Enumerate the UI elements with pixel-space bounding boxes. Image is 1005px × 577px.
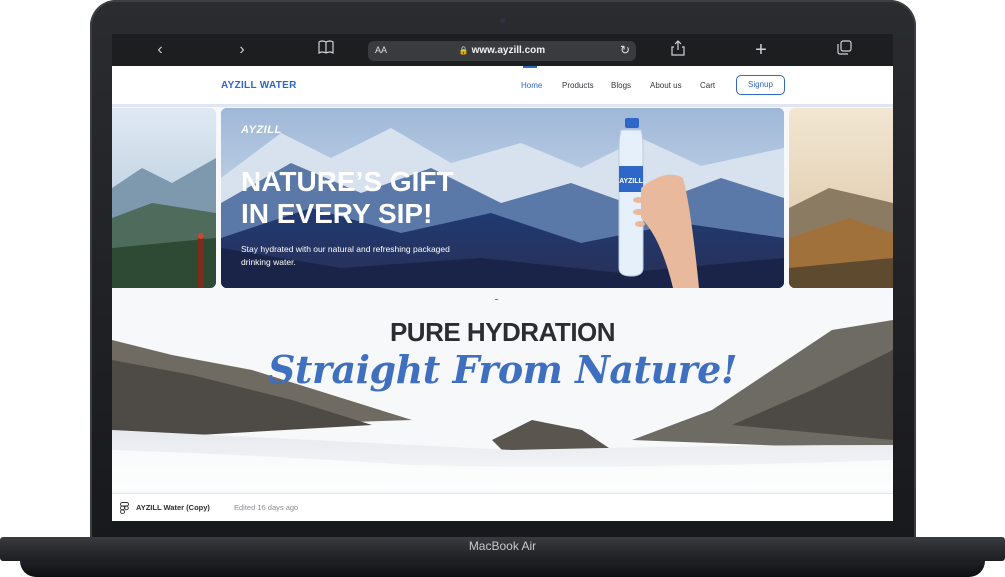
svg-text:AYZILL: AYZILL <box>619 178 644 185</box>
figma-prototype-bar: AYZILL Water (Copy) Edited 16 days ago <box>112 493 893 521</box>
figma-icon[interactable] <box>120 502 129 517</box>
nav-blogs[interactable]: Blogs <box>611 81 631 90</box>
site-navbar: AYZILL WATER Home Products Blogs About u… <box>112 66 893 107</box>
previous-slide[interactable] <box>112 108 216 288</box>
browser-toolbar: ‹ › AA 🔒 www.ayzill.com ↻ + <box>112 34 893 66</box>
hero-headline: NATURE’S GIFT IN EVERY SIP! <box>241 166 454 229</box>
carousel-dots <box>488 291 519 304</box>
nav-about-us[interactable]: About us <box>650 81 682 90</box>
url-text: 🔒 www.ayzill.com <box>368 45 636 56</box>
slide-logo: AYZILL <box>241 124 282 136</box>
laptop-base-bottom <box>20 561 985 577</box>
hero-slide[interactable]: AYZILL AYZILL NATURE’S GIFT IN EVERY SIP… <box>221 108 784 288</box>
nav-cart[interactable]: Cart <box>700 81 715 90</box>
share-icon[interactable] <box>668 40 688 60</box>
hero-carousel: AYZILL AYZILL NATURE’S GIFT IN EVERY SIP… <box>112 108 893 288</box>
hero-subtext: Stay hydrated with our natural and refre… <box>241 244 450 267</box>
url-value: www.ayzill.com <box>471 45 546 56</box>
next-slide[interactable] <box>789 108 893 288</box>
signup-button[interactable]: Signup <box>736 75 785 95</box>
figma-file-name[interactable]: AYZILL Water (Copy) <box>136 503 210 512</box>
section-title: PURE HYDRATION <box>389 317 616 347</box>
nav-products[interactable]: Products <box>562 81 594 90</box>
book-icon[interactable] <box>316 40 336 60</box>
screen: ‹ › AA 🔒 www.ayzill.com ↻ + AYZILL WATER… <box>112 34 893 521</box>
tabs-icon[interactable] <box>834 40 854 60</box>
device-label: MacBook Air <box>468 539 537 553</box>
address-bar[interactable]: AA 🔒 www.ayzill.com ↻ <box>368 41 636 61</box>
new-tab-icon[interactable]: + <box>751 40 771 60</box>
section-script-title: Straight From Nature! <box>267 347 738 392</box>
figma-edited-time: Edited 16 days ago <box>234 503 299 512</box>
reload-icon[interactable]: ↻ <box>620 43 630 57</box>
active-nav-indicator <box>523 66 537 68</box>
forward-icon[interactable]: › <box>232 40 252 60</box>
back-icon[interactable]: ‹ <box>150 40 170 60</box>
brand-logo[interactable]: AYZILL WATER <box>221 80 297 91</box>
lock-icon: 🔒 <box>458 46 469 55</box>
nav-home[interactable]: Home <box>521 81 542 90</box>
webcam <box>500 18 505 23</box>
